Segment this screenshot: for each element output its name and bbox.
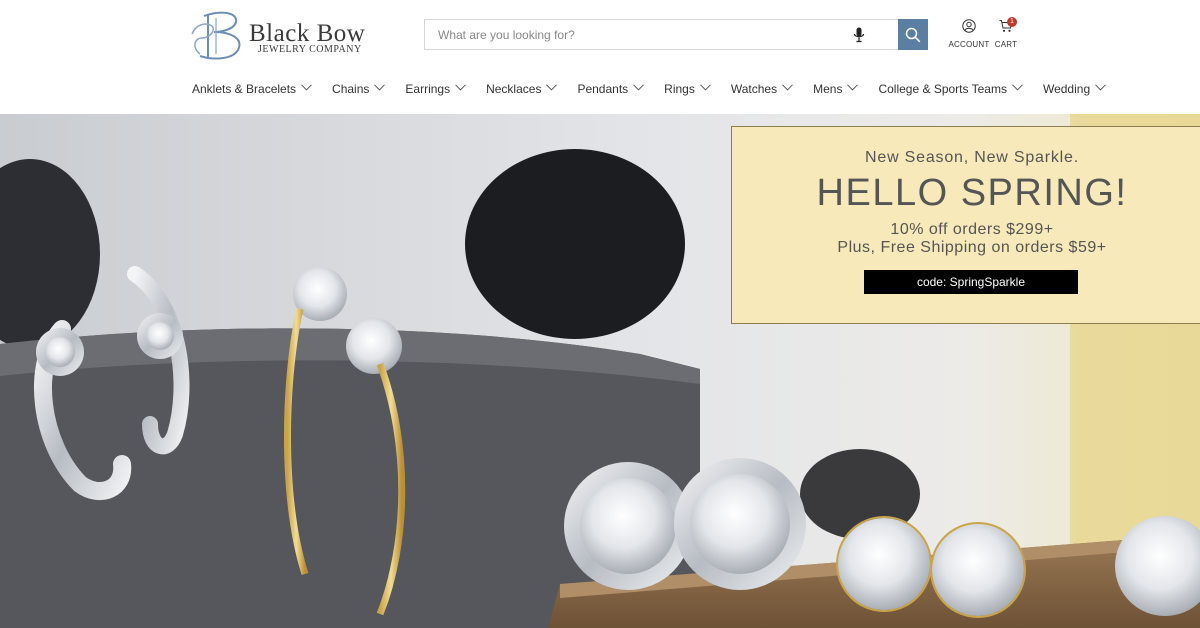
nav-item-watches[interactable]: Watches: [731, 82, 793, 108]
chevron-down-icon: [1095, 84, 1106, 91]
search-input[interactable]: [425, 20, 885, 49]
nav-item-rings[interactable]: Rings: [664, 82, 711, 108]
nav-item-anklets-bracelets[interactable]: Anklets & Bracelets: [192, 82, 312, 108]
cart-link[interactable]: 1 CART: [993, 17, 1019, 49]
nav-item-label: Wedding: [1042, 82, 1091, 96]
microphone-icon[interactable]: [853, 27, 865, 43]
chevron-down-icon: [700, 84, 711, 91]
nav-item-label: Chains: [332, 82, 370, 96]
cart-count-badge: 1: [1007, 17, 1017, 27]
promo-offer-discount: 10% off orders $299+: [890, 221, 1054, 238]
cart-label: CART: [994, 40, 1018, 49]
main-nav: Anklets & Bracelets Chains Earrings Neck…: [192, 82, 1126, 108]
chevron-down-icon: [1012, 84, 1023, 91]
promo-headline: HELLO SPRING!: [816, 172, 1128, 214]
nav-item-necklaces[interactable]: Necklaces: [486, 82, 558, 108]
nav-item-mens[interactable]: Mens: [813, 82, 859, 108]
brand-logo[interactable]: Black Bow JEWELRY COMPANY: [190, 8, 370, 60]
search-icon: [905, 27, 921, 42]
account-label: ACCOUNT: [948, 40, 990, 49]
chevron-down-icon: [301, 84, 312, 91]
search-bar: [424, 19, 928, 50]
nav-item-college-sports-teams[interactable]: College & Sports Teams: [878, 82, 1023, 108]
nav-item-label: Rings: [664, 82, 695, 96]
nav-item-wedding[interactable]: Wedding: [1043, 82, 1106, 108]
nav-item-label: Earrings: [405, 82, 451, 96]
chevron-down-icon: [847, 84, 859, 91]
promo-code-label: code: SpringSparkle: [864, 270, 1078, 294]
promo-box[interactable]: New Season, New Sparkle. HELLO SPRING! 1…: [731, 126, 1200, 324]
chevron-down-icon: [455, 84, 466, 91]
chevron-down-icon: [546, 84, 558, 91]
promo-offer-shipping: Plus, Free Shipping on orders $59+: [837, 239, 1107, 256]
account-icon: [962, 19, 976, 33]
hero-banner[interactable]: New Season, New Sparkle. HELLO SPRING! 1…: [0, 114, 1200, 628]
nav-item-label: Watches: [730, 82, 778, 96]
brand-subtitle: JEWELRY COMPANY: [258, 44, 362, 55]
nav-item-label: Pendants: [577, 82, 629, 96]
chevron-down-icon: [782, 84, 793, 91]
chevron-down-icon: [633, 84, 645, 91]
nav-item-label: Mens: [813, 82, 843, 96]
promo-tagline: New Season, New Sparkle.: [865, 149, 1079, 166]
nav-item-label: College & Sports Teams: [878, 82, 1007, 96]
nav-item-earrings[interactable]: Earrings: [405, 82, 466, 108]
search-button[interactable]: [898, 19, 928, 50]
logo-monogram-icon: [191, 11, 241, 60]
nav-item-label: Anklets & Bracelets: [192, 82, 297, 96]
nav-item-label: Necklaces: [486, 82, 542, 96]
site-header: Black Bow JEWELRY COMPANY ACCOUNT: [0, 0, 1200, 114]
account-link[interactable]: ACCOUNT: [948, 19, 990, 49]
nav-item-pendants[interactable]: Pendants: [577, 82, 645, 108]
nav-item-chains[interactable]: Chains: [332, 82, 386, 108]
chevron-down-icon: [374, 84, 386, 91]
